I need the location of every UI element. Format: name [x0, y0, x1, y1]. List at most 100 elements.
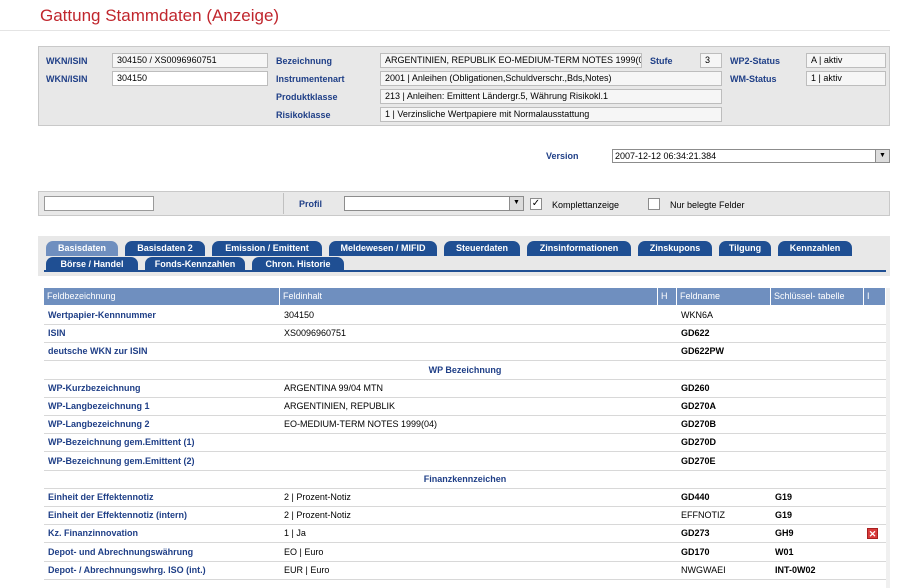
tab-tilgung[interactable]: Tilgung [719, 241, 771, 256]
bezeichnung-value: ARGENTINIEN, REPUBLIK EO-MEDIUM-TERM NOT… [380, 53, 642, 68]
komplettanzeige-checkbox[interactable]: ✓ [530, 198, 542, 210]
table-row: Wertpapier-Kennnummer 304150 WKN6A [44, 307, 886, 325]
profil-label: Profil [299, 199, 323, 209]
field-value: ARGENTINA 99/04 MTN [284, 382, 384, 393]
table-row: Einheit der Effektennotiz 2 | Prozent-Not… [44, 489, 886, 507]
produktklasse-value: 213 | Anleihen: Emittent Ländergr.5, Wäh… [380, 89, 722, 104]
field-value: 2 | Prozent-Notiz [284, 510, 351, 521]
stufe-label: Stufe [650, 56, 673, 66]
field-label[interactable]: deutsche WKN zur ISIN [48, 343, 148, 360]
section-title: Finanzkennzeichen [423, 473, 507, 484]
field-label[interactable]: Depot- und Abrechnungswährung [48, 544, 193, 561]
version-select[interactable]: 2007-12-12 06:34:21.384 ▼ [612, 149, 890, 163]
table-row: Einheit der Effektennotiz (intern) 2 | Pr… [44, 507, 886, 526]
version-label: Version [546, 151, 579, 161]
scrollbar[interactable] [886, 288, 890, 588]
table-row: Depot- / Abrechnungswhrg. ISO (int.) EUR … [44, 562, 886, 580]
col-schluessel[interactable]: Schlüssel- tabelle [771, 288, 864, 305]
col-feldname[interactable]: Feldname [677, 288, 771, 305]
tab-kennzahlen[interactable]: Kennzahlen [778, 241, 852, 256]
wkn-isin2-label: WKN/ISIN [46, 74, 88, 84]
table-row: Kz. Finanzinnovation 1 | Ja GD273 GH9 ✕ [44, 525, 886, 544]
field-name: NWGWAEI [681, 564, 726, 575]
wkn-isin-value: 304150 / XS0096960751 [112, 53, 268, 68]
key-table: INT-0W02 [775, 564, 816, 575]
field-name: GD273 [681, 528, 710, 539]
field-value: 2 | Prozent-Notiz [284, 492, 351, 502]
table-row: WP-Langbezeichnung 1 ARGENTINIEN, REPUBLI… [44, 398, 886, 416]
table-row: Depot- und Abrechnungswährung EO | Euro GD… [44, 544, 886, 562]
field-name: GD260 [681, 382, 710, 393]
key-table: W01 [775, 546, 794, 557]
tab-underline [44, 270, 886, 272]
field-value: ARGENTINIEN, REPUBLIK [284, 401, 396, 411]
field-name: GD440 [681, 492, 710, 502]
tab-basisdaten-2[interactable]: Basisdaten 2 [125, 241, 205, 256]
version-value: 2007-12-12 06:34:21.384 [615, 151, 717, 161]
wkn-isin-label: WKN/ISIN [46, 56, 88, 66]
field-label[interactable]: ISIN [48, 325, 66, 342]
field-name: GD622 [681, 328, 710, 339]
table-row: WP-Bezeichnung gem.Emittent (1) GD270D [44, 434, 886, 453]
field-name: GD270E [681, 455, 716, 466]
section-row: Finanzkennzeichen [44, 471, 886, 489]
table-row: WP-Langbezeichnung 2 EO-MEDIUM-TERM NOTES… [44, 416, 886, 435]
field-label[interactable]: WP-Bezeichnung gem.Emittent (1) [48, 434, 195, 451]
field-name: WKN6A [681, 310, 714, 320]
field-name: GD270A [681, 401, 717, 411]
table-row: WP-Kurzbezeichnung ARGENTINA 99/04 MTN GD2… [44, 380, 886, 398]
profil-select[interactable]: ▼ [344, 196, 524, 211]
field-label[interactable]: WP-Kurzbezeichnung [48, 380, 141, 397]
table-row: deutsche WKN zur ISIN GD622PW [44, 343, 886, 362]
wp2-status-label: WP2-Status [730, 56, 781, 66]
field-value: XS0096960751 [284, 328, 347, 339]
instrumentenart-label: Instrumentenart [276, 74, 345, 84]
tab-basisdaten[interactable]: Basisdaten [46, 241, 118, 256]
tab-emission-emittent[interactable]: Emission / Emittent [212, 241, 322, 256]
komplettanzeige-label: Komplettanzeige [552, 200, 620, 210]
page-title: Gattung Stammdaten (Anzeige) [40, 6, 280, 25]
table-row: ISIN XS0096960751 GD622 [44, 325, 886, 344]
tab-meldewesen-mifid[interactable]: Meldewesen / MIFID [329, 241, 437, 256]
field-value: EO-MEDIUM-TERM NOTES 1999(04) [284, 419, 438, 430]
chevron-down-icon[interactable]: ▼ [875, 150, 889, 162]
filter-input[interactable] [44, 196, 154, 211]
section-title: WP Bezeichnung [428, 364, 502, 375]
produktklasse-label: Produktklasse [276, 92, 338, 102]
wkn-isin2-input[interactable]: 304150 [112, 71, 268, 86]
bezeichnung-label: Bezeichnung [276, 56, 333, 66]
table-row: WP-Bezeichnung gem.Emittent (2) GD270E [44, 453, 886, 471]
col-feldinhalt[interactable]: Feldinhalt [280, 288, 658, 305]
field-name: EFFNOTIZ [681, 510, 725, 521]
col-h[interactable]: H [658, 288, 677, 305]
risikoklasse-label: Risikoklasse [276, 110, 331, 120]
field-label[interactable]: WP-Langbezeichnung 2 [48, 416, 150, 433]
field-value: 1 | Ja [284, 528, 306, 539]
field-label[interactable]: Wertpapier-Kennnummer [48, 307, 156, 324]
field-label[interactable]: Depot- / Abrechnungswhrg. ISO (int.) [48, 562, 206, 579]
col-feldbezeichnung[interactable]: Feldbezeichnung [44, 288, 280, 305]
close-icon[interactable]: ✕ [867, 528, 878, 540]
nur-belegte-checkbox[interactable] [648, 198, 660, 210]
tab-steuerdaten[interactable]: Steuerdaten [444, 241, 520, 256]
field-name: GD270D [681, 437, 717, 448]
field-label[interactable]: Einheit der Effektennotiz (intern) [48, 507, 187, 524]
col-i[interactable]: I [864, 288, 886, 305]
title-divider [0, 30, 890, 31]
instrumentenart-value: 2001 | Anleihen (Obligationen,Schuldvers… [380, 71, 722, 86]
field-value: EUR | Euro [284, 564, 330, 575]
field-label[interactable]: Einheit der Effektennotiz [48, 489, 154, 506]
field-label[interactable]: WP-Bezeichnung gem.Emittent (2) [48, 453, 195, 470]
tab-zinsinformationen[interactable]: Zinsinformationen [527, 241, 631, 256]
field-label[interactable]: WP-Langbezeichnung 1 [48, 398, 150, 415]
wm-status-label: WM-Status [730, 74, 777, 84]
key-table: G19 [775, 510, 793, 521]
tab-zinskupons[interactable]: Zinskupons [638, 241, 712, 256]
wp2-status-value: A | aktiv [806, 53, 886, 68]
field-label[interactable]: Kz. Finanzinnovation [48, 525, 138, 542]
field-value: EO | Euro [284, 546, 324, 557]
chevron-down-icon[interactable]: ▼ [509, 197, 523, 210]
risikoklasse-value: 1 | Verzinsliche Wertpapiere mit Normala… [380, 107, 722, 122]
key-table: G19 [775, 492, 793, 502]
field-name: GD170 [681, 546, 710, 557]
